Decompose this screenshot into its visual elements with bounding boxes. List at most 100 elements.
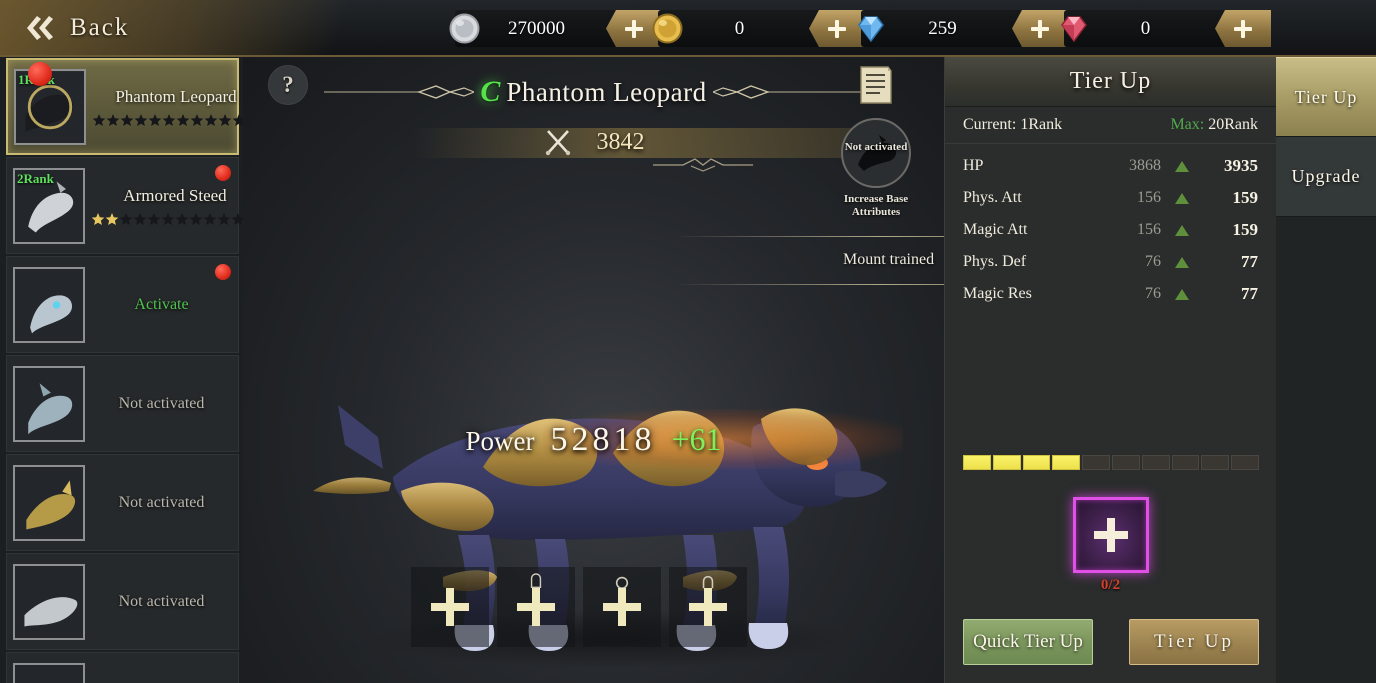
not-activated-label: Not activated bbox=[118, 493, 205, 511]
silver-coin-icon bbox=[449, 13, 480, 44]
mount-list-item[interactable] bbox=[6, 652, 239, 683]
plus-icon bbox=[625, 19, 643, 38]
attribute-status-label: Not activated bbox=[844, 140, 908, 153]
quick-tier-up-button[interactable]: Quick Tier Up bbox=[963, 619, 1093, 665]
star-icon bbox=[92, 113, 106, 126]
equipment-slot[interactable] bbox=[411, 567, 489, 647]
plus-icon bbox=[689, 588, 727, 626]
attribute-mount-icon[interactable]: Not activated bbox=[838, 115, 914, 191]
crossed-swords-icon bbox=[545, 130, 570, 156]
mount-list-sidebar[interactable]: 1RankPhantom Leopard 2Rank Armored Steed Ac… bbox=[0, 57, 243, 683]
mount-detail-panel: ? C Phantom Leopard 3842 Mount trained P… bbox=[243, 57, 944, 683]
currency-ruby-add-button[interactable] bbox=[1215, 10, 1271, 47]
mount-thumbnail bbox=[13, 266, 85, 343]
attribute-caption: Increase Base Attributes bbox=[843, 193, 909, 218]
mount-portrait-icon bbox=[15, 565, 83, 638]
equipment-slot[interactable] bbox=[497, 567, 575, 647]
triangle-up-icon bbox=[1175, 224, 1189, 236]
progress-segment bbox=[1052, 455, 1081, 470]
gold-coin-icon bbox=[652, 13, 683, 44]
stat-current-value: 156 bbox=[1137, 221, 1161, 238]
triangle-up-icon bbox=[1175, 288, 1189, 300]
stat-current-value: 76 bbox=[1145, 253, 1161, 270]
plus-icon bbox=[1031, 19, 1049, 38]
power-display: Power 52818 +61 bbox=[243, 421, 944, 459]
mount-grade: C bbox=[480, 75, 501, 108]
triangle-up-icon bbox=[1175, 256, 1189, 268]
stat-next-value: 159 bbox=[1232, 220, 1259, 239]
star-icon bbox=[204, 113, 218, 126]
star-icon bbox=[175, 212, 189, 225]
currency-gold: 0 bbox=[652, 10, 865, 47]
progress-segment bbox=[1171, 455, 1200, 470]
current-rank-label: Current: 1Rank bbox=[963, 116, 1063, 133]
star-icon bbox=[231, 212, 243, 225]
star-icon bbox=[176, 113, 190, 126]
material-count: 0/2 bbox=[1100, 577, 1121, 593]
base-attributes-panel: Not activated Increase Base Attributes bbox=[826, 65, 926, 219]
back-button[interactable]: Back bbox=[22, 8, 129, 48]
stat-name: Magic Res bbox=[963, 285, 1032, 302]
star-icon bbox=[133, 212, 147, 225]
star-icon bbox=[105, 212, 119, 225]
horse-circle-icon bbox=[841, 118, 911, 188]
mount-portrait-icon bbox=[15, 367, 83, 440]
max-rank-label: Max: 20Rank bbox=[1170, 116, 1258, 134]
notification-dot-badge bbox=[215, 165, 231, 181]
stat-current-value: 3868 bbox=[1129, 157, 1161, 174]
blue-diamond-icon bbox=[858, 16, 884, 43]
mount-thumbnail bbox=[13, 464, 85, 541]
progress-segment bbox=[1111, 455, 1140, 470]
stat-current-value: 76 bbox=[1145, 285, 1161, 302]
battle-power-value: 3842 bbox=[596, 128, 645, 155]
star-icon bbox=[147, 212, 161, 225]
ornament-left-icon bbox=[324, 85, 475, 99]
plus-icon bbox=[517, 588, 555, 626]
stat-next-value: 3935 bbox=[1224, 156, 1258, 175]
stat-name: HP bbox=[963, 157, 984, 174]
mount-list-item[interactable]: Not activated bbox=[6, 553, 239, 650]
stat-row: HP 3868 3935 bbox=[945, 150, 1276, 182]
stat-list: HP 3868 3935 Phys. Att 156 159 Magic Att 156 159… bbox=[945, 144, 1276, 310]
power-value: 52818 bbox=[550, 421, 656, 458]
tab-label: Tier Up bbox=[1294, 86, 1358, 107]
red-gem-icon bbox=[1061, 16, 1087, 43]
mount-list-item[interactable]: Activate bbox=[6, 256, 239, 353]
tier-up-button[interactable]: Tier Up bbox=[1129, 619, 1259, 665]
mount-info: Not activated bbox=[85, 494, 238, 512]
mount-list-item[interactable]: Not activated bbox=[6, 355, 239, 452]
tier-up-title: Tier Up bbox=[1069, 68, 1152, 94]
tier-progress-bar bbox=[963, 455, 1259, 470]
plus-icon bbox=[431, 588, 469, 626]
scroll-document-icon[interactable] bbox=[858, 65, 894, 105]
star-icon bbox=[190, 113, 204, 126]
tab-upgrade[interactable]: Upgrade bbox=[1276, 137, 1376, 217]
tier-material-slot[interactable] bbox=[1072, 497, 1149, 573]
star-icon bbox=[120, 113, 134, 126]
back-label: Back bbox=[70, 14, 130, 41]
double-chevron-left-icon bbox=[27, 16, 53, 40]
notification-dot-badge bbox=[215, 264, 231, 280]
tier-up-panel: Tier Up Current: 1Rank Max: 20Rank HP 386… bbox=[944, 57, 1276, 683]
max-rank-value: 20Rank bbox=[1208, 116, 1258, 133]
stat-name: Magic Att bbox=[963, 221, 1028, 238]
mount-list-item[interactable]: 1RankPhantom Leopard bbox=[6, 58, 243, 155]
progress-segment bbox=[963, 455, 991, 470]
equipment-slot[interactable] bbox=[669, 567, 747, 647]
mount-name-label: Armored Steed bbox=[123, 185, 227, 205]
battle-power-band bbox=[413, 128, 883, 158]
tier-up-header: Tier Up bbox=[945, 57, 1276, 107]
star-icon bbox=[148, 113, 162, 126]
equipment-slots bbox=[411, 567, 747, 647]
tab-tier-up[interactable]: Tier Up bbox=[1276, 57, 1376, 137]
activate-label[interactable]: Activate bbox=[134, 296, 188, 314]
star-icon bbox=[189, 212, 203, 225]
equipment-slot[interactable] bbox=[583, 567, 661, 647]
star-icon bbox=[161, 212, 175, 225]
star-icon bbox=[91, 212, 105, 225]
mount-list-item[interactable]: 2Rank Armored Steed bbox=[6, 157, 243, 254]
progress-segment bbox=[1201, 455, 1230, 470]
mount-list-item[interactable]: Not activated bbox=[6, 454, 239, 551]
star-icon bbox=[134, 113, 148, 126]
plus-icon bbox=[828, 19, 846, 38]
